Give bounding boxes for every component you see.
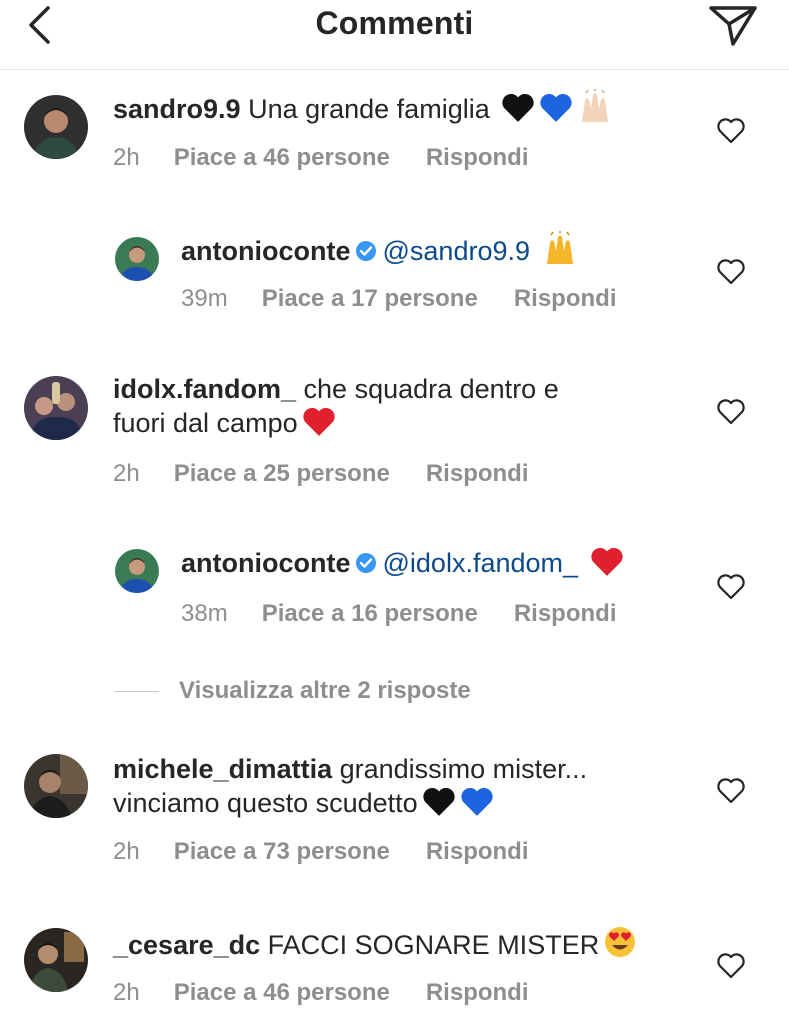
verified-badge-icon: [355, 236, 377, 270]
comment-text: grandissimo mister...: [339, 754, 588, 784]
avatar[interactable]: [24, 376, 88, 440]
comment-time: 2h: [113, 144, 140, 171]
heart-outline-icon: [717, 259, 745, 285]
comment-text: Una grande famiglia: [248, 94, 490, 124]
comment-time: 2h: [113, 838, 140, 865]
red-heart-icon: [302, 407, 336, 445]
comment-text-continued: vinciamo questo scudetto: [113, 788, 418, 818]
comment-text-continued: fuori dal campo: [113, 408, 298, 438]
blue-heart-icon: [539, 93, 573, 131]
like-button[interactable]: [716, 258, 746, 286]
reply-button[interactable]: Rispondi: [514, 600, 617, 627]
blue-heart-icon: [460, 787, 494, 825]
heart-outline-icon: [717, 399, 745, 425]
red-heart-icon: [590, 547, 624, 585]
comment-username[interactable]: antonioconte: [181, 548, 351, 578]
mention-link[interactable]: @sandro9.9: [383, 236, 531, 266]
comment-time: 39m: [181, 285, 228, 312]
avatar[interactable]: [24, 95, 88, 159]
reply-button[interactable]: Rispondi: [426, 460, 529, 487]
like-button[interactable]: [716, 952, 746, 980]
black-heart-icon: [501, 93, 535, 131]
heart-eyes-face-icon: [603, 925, 637, 967]
heart-outline-icon: [717, 118, 745, 144]
reply-button[interactable]: Rispondi: [426, 838, 529, 865]
reply-button[interactable]: Rispondi: [426, 144, 529, 171]
like-button[interactable]: [716, 777, 746, 805]
likes-count[interactable]: Piace a 16 persone: [262, 600, 478, 627]
likes-count[interactable]: Piace a 25 persone: [174, 460, 390, 487]
reply-button[interactable]: Rispondi: [514, 285, 617, 312]
view-more-replies-label: Visualizza altre 2 risposte: [179, 677, 471, 704]
page-title: Commenti: [315, 5, 474, 41]
likes-count[interactable]: Piace a 46 persone: [174, 144, 390, 171]
comment-username[interactable]: sandro9.9: [113, 94, 241, 124]
avatar[interactable]: [24, 928, 88, 992]
likes-count[interactable]: Piace a 17 persone: [262, 285, 478, 312]
heart-outline-icon: [717, 953, 745, 979]
comment-text: FACCI SOGNARE MISTER: [267, 930, 600, 960]
comment-username[interactable]: _cesare_dc: [113, 930, 260, 960]
paper-plane-icon: [709, 6, 757, 46]
raising-hands-icon: [577, 89, 613, 131]
comment-time: 38m: [181, 600, 228, 627]
verified-badge-icon: [355, 548, 377, 582]
comment-time: 2h: [113, 460, 140, 487]
black-heart-icon: [422, 787, 456, 825]
comment-time: 2h: [113, 979, 140, 1006]
view-more-replies-button[interactable]: Visualizza altre 2 risposte: [115, 676, 471, 706]
share-button[interactable]: [707, 2, 759, 48]
avatar[interactable]: [115, 549, 159, 593]
comment-username[interactable]: idolx.fandom_: [113, 374, 296, 404]
likes-count[interactable]: Piace a 46 persone: [174, 979, 390, 1006]
comment-username[interactable]: antonioconte: [181, 236, 351, 266]
comment-username[interactable]: michele_dimattia: [113, 754, 332, 784]
like-button[interactable]: [716, 573, 746, 601]
divider: [115, 690, 159, 692]
avatar[interactable]: [115, 237, 159, 281]
heart-outline-icon: [717, 778, 745, 804]
like-button[interactable]: [716, 398, 746, 426]
like-button[interactable]: [716, 117, 746, 145]
mention-link[interactable]: @idolx.fandom_: [383, 548, 579, 578]
heart-outline-icon: [717, 574, 745, 600]
comment-text: che squadra dentro e: [303, 374, 559, 404]
top-bar: Commenti: [0, 0, 789, 70]
raising-hands-icon: [542, 231, 578, 273]
likes-count[interactable]: Piace a 73 persone: [174, 838, 390, 865]
reply-button[interactable]: Rispondi: [426, 979, 529, 1006]
avatar[interactable]: [24, 754, 88, 818]
